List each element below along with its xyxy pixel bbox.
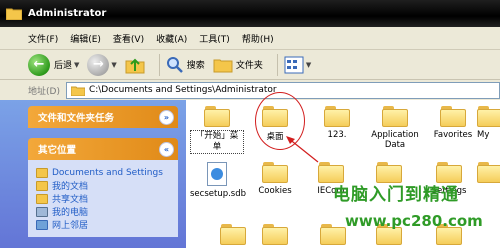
folder-icon xyxy=(477,162,500,183)
chevron-down-icon[interactable]: ▼ xyxy=(111,61,116,69)
search-button[interactable]: 搜索 xyxy=(166,56,205,74)
chevron-down-icon[interactable]: ▼ xyxy=(74,61,79,69)
file-label: 123. xyxy=(327,130,347,140)
folder-icon xyxy=(320,224,346,245)
title-bar: Administrator xyxy=(0,0,500,27)
back-label: 后退 xyxy=(54,61,73,71)
folder-icon xyxy=(220,224,246,245)
back-arrow-icon: ← xyxy=(28,53,50,76)
other-places-title: 其它位置 xyxy=(38,145,77,156)
toolbar: ← 后退 ▼ → ▼ 搜索 文件夹 ▼ xyxy=(0,50,500,80)
forward-arrow-icon: → xyxy=(87,53,110,76)
folder-icon xyxy=(70,86,85,96)
folder-icon xyxy=(5,7,23,21)
back-button[interactable]: ← 后退 ▼ xyxy=(28,53,79,76)
file-item[interactable]: Application Data xyxy=(368,106,422,150)
toolbar-separator xyxy=(158,53,160,76)
place-my-documents[interactable]: 我的文档 xyxy=(36,179,170,192)
shared-folder-icon xyxy=(36,193,48,204)
chevron-down-icon[interactable]: ▼ xyxy=(306,61,311,69)
up-button[interactable] xyxy=(125,56,145,74)
other-places-header[interactable]: 其它位置 « xyxy=(28,138,178,160)
menu-tools[interactable]: 工具(T) xyxy=(199,32,230,45)
chevron-double-up-icon[interactable]: « xyxy=(159,141,174,157)
window-title: Administrator xyxy=(28,8,107,19)
search-label: 搜索 xyxy=(186,61,205,71)
file-item[interactable]: 「开始」菜单 xyxy=(190,106,244,154)
file-label: 「开始」菜单 xyxy=(190,130,244,154)
computer-icon xyxy=(36,206,48,217)
place-network[interactable]: 网上邻居 xyxy=(36,218,170,231)
views-button[interactable]: ▼ xyxy=(284,56,311,74)
folder-icon xyxy=(213,59,233,72)
place-documents-and-settings[interactable]: Documents and Settings xyxy=(36,166,170,179)
watermark-url: www.pc280.com xyxy=(345,212,483,230)
database-file-icon xyxy=(207,162,227,186)
address-path: C:\Documents and Settings\Administrator xyxy=(88,85,277,95)
menu-view[interactable]: 查看(V) xyxy=(113,32,144,45)
folder-up-icon xyxy=(125,58,145,73)
toolbar-separator xyxy=(276,53,278,76)
place-label: 共享文档 xyxy=(52,195,89,205)
place-label: 我的电脑 xyxy=(52,208,89,218)
file-label: Favorites xyxy=(433,130,473,140)
network-icon xyxy=(36,219,48,230)
address-bar: 地址(D) C:\Documents and Settings\Administ… xyxy=(0,80,500,100)
folder-icon xyxy=(204,106,230,127)
menu-favorites[interactable]: 收藏(A) xyxy=(156,32,187,45)
folder-icon xyxy=(262,224,288,245)
other-places-list: Documents and Settings 我的文档 共享文档 我的电脑 网上… xyxy=(28,160,178,237)
menu-edit[interactable]: 编辑(E) xyxy=(70,32,101,45)
chevron-double-down-icon[interactable]: » xyxy=(159,109,174,125)
pointer-arrow xyxy=(286,136,319,163)
folder-icon xyxy=(382,106,408,127)
file-item[interactable] xyxy=(248,224,302,248)
place-shared-documents[interactable]: 共享文档 xyxy=(36,192,170,205)
forward-button[interactable]: → ▼ xyxy=(87,53,117,76)
file-label: Application Data xyxy=(371,130,419,150)
view-grid-icon xyxy=(284,56,304,73)
menu-help[interactable]: 帮助(H) xyxy=(242,32,274,45)
address-label: 地址(D) xyxy=(28,86,60,97)
file-item[interactable]: My xyxy=(477,106,500,140)
file-tasks-title: 文件和文件夹任务 xyxy=(38,113,115,124)
place-label: 我的文档 xyxy=(52,182,89,192)
file-tasks-header[interactable]: 文件和文件夹任务 » xyxy=(28,106,178,128)
file-label: secsetup.sdb xyxy=(190,189,247,199)
file-label: Cookies xyxy=(258,186,292,196)
folder-icon xyxy=(477,106,500,127)
folder-icon xyxy=(324,106,350,127)
my-documents-icon xyxy=(36,180,48,191)
file-item[interactable] xyxy=(477,162,500,186)
menu-bar: 文件(F) 编辑(E) 查看(V) 收藏(A) 工具(T) 帮助(H) xyxy=(0,27,500,50)
panel-gap xyxy=(28,128,186,138)
folder-icon xyxy=(440,106,466,127)
folder-icon xyxy=(262,162,288,183)
file-item[interactable]: secsetup.sdb xyxy=(190,162,247,199)
task-pane: 文件和文件夹任务 » 其它位置 « Documents and Settings… xyxy=(0,100,186,248)
folder-icon xyxy=(36,167,48,178)
file-label: My xyxy=(477,130,490,140)
search-icon xyxy=(166,56,183,73)
file-item[interactable]: Cookies xyxy=(248,162,302,196)
watermark-title: 电脑入门到精通 xyxy=(333,185,459,205)
folders-button[interactable]: 文件夹 xyxy=(213,57,263,73)
place-my-computer[interactable]: 我的电脑 xyxy=(36,205,170,218)
place-label: 网上邻居 xyxy=(52,221,89,231)
folders-label: 文件夹 xyxy=(235,61,263,71)
file-item[interactable]: Favorites xyxy=(426,106,480,140)
place-label: Documents and Settings xyxy=(52,167,163,178)
menu-file[interactable]: 文件(F) xyxy=(28,32,58,45)
